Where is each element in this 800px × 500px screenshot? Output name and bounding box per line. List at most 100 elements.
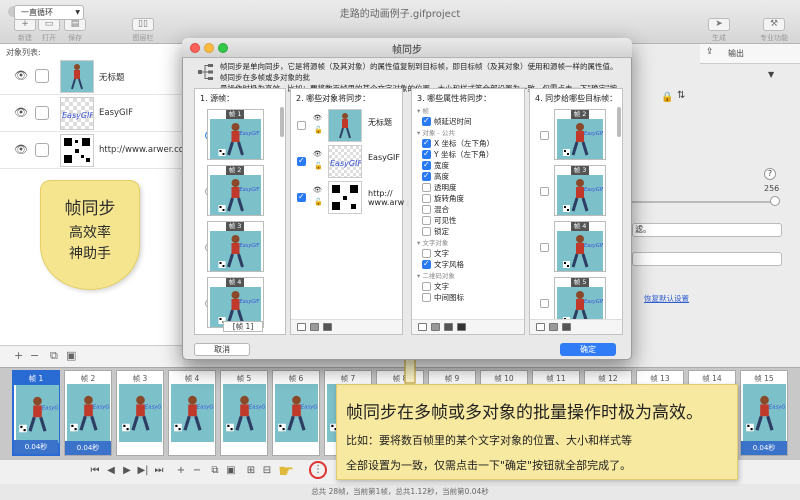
play-button[interactable]: ▶ [120, 464, 134, 478]
add-frame-button[interactable]: + [174, 464, 188, 478]
restore-defaults-link[interactable]: 恢复默认设置 [644, 293, 689, 304]
frame-thumbnail[interactable]: 帧 3 EasyGIF [116, 370, 167, 456]
select-all-icon[interactable] [431, 323, 440, 331]
generate-button[interactable]: ➤ 生成 [704, 18, 734, 43]
target-frame-thumbnail[interactable]: 帧 3 EasyGIF [554, 165, 606, 216]
option-select[interactable] [632, 252, 782, 266]
property-checkbox[interactable] [422, 116, 431, 126]
panel-toggle-button[interactable]: ▯▯ 图层栏 [128, 18, 158, 43]
pro-features-button[interactable]: ⚒ 专业功能 [754, 18, 794, 43]
frame-delay[interactable]: 0.04秒 [741, 441, 787, 455]
select-all-icon[interactable] [310, 323, 319, 331]
export-frame-icon[interactable]: ⊟ [260, 464, 274, 478]
last-frame-button[interactable]: ⏭ [152, 464, 166, 478]
frame-thumbnail[interactable]: 帧 15 EasyGIF 0.04秒 [740, 370, 791, 456]
callout-line: 比如：要将数百帧里的某个文字对象的位置、大小和样式等 [346, 434, 632, 447]
svg-text:EasyGIF: EasyGIF [584, 187, 603, 193]
dropdown-arrow-icon[interactable]: ▼ [768, 70, 774, 79]
invert-selection-icon[interactable] [444, 323, 453, 331]
frame-thumbnail[interactable]: 帧 2 EasyGIF 0.04秒 [64, 370, 115, 456]
select-none-icon[interactable] [418, 323, 427, 331]
property-checkbox[interactable] [422, 205, 431, 214]
frame-thumbnail[interactable]: 帧 4 EasyGIF [168, 370, 219, 456]
swap-icon[interactable]: ⇅ [677, 90, 685, 101]
copy-icon[interactable]: ⧉ [50, 349, 58, 363]
select-none-icon[interactable] [297, 323, 306, 331]
property-checkbox[interactable] [422, 149, 431, 159]
first-frame-button[interactable]: ⏮ [88, 464, 102, 478]
property-checkbox[interactable] [422, 293, 431, 302]
paste-frame-icon[interactable]: ▣ [224, 464, 238, 478]
object-checkbox[interactable] [297, 192, 306, 202]
copy-frame-icon[interactable]: ⧉ [208, 464, 222, 478]
cancel-button[interactable]: 取消 [194, 343, 250, 356]
source-frame-thumbnail[interactable]: 帧 1 EasyGIF [207, 109, 264, 160]
add-object-button[interactable]: + [14, 349, 23, 362]
frame-delay[interactable]: 0.04秒 [14, 440, 58, 454]
save-button[interactable]: ▤ 保存 [60, 18, 90, 43]
walking-man-image: EasyGIF [226, 395, 271, 432]
lock-icon[interactable]: 🔒 [661, 92, 673, 103]
source-frame-thumbnail[interactable]: 帧 2 EasyGIF [207, 165, 264, 216]
frame-label: 帧 11 [546, 374, 566, 383]
lock-checkbox[interactable] [35, 143, 49, 157]
target-frame-checkbox[interactable] [540, 187, 549, 196]
property-checkbox[interactable] [422, 171, 431, 181]
remove-object-button[interactable]: − [30, 349, 39, 362]
property-checkbox[interactable] [422, 282, 431, 291]
unlock-icon: 🔓 [314, 162, 323, 170]
frame-thumbnail[interactable]: 帧 6 EasyGIF [272, 370, 323, 456]
object-row[interactable]: 👁 EasyGIF EasyGIF [0, 95, 183, 132]
source-frame-thumbnail[interactable]: 帧 3 EasyGIF [207, 221, 264, 272]
lock-checkbox[interactable] [35, 69, 49, 83]
target-frame-thumbnail[interactable]: 帧 4 EasyGIF [554, 221, 606, 272]
target-frame-thumbnail[interactable]: 帧 2 EasyGIF [554, 109, 606, 160]
invert-selection-icon[interactable] [562, 323, 571, 331]
frame-sync-button[interactable]: ⋮ [311, 463, 325, 477]
target-frame-checkbox[interactable] [540, 299, 549, 308]
frame-thumbnail[interactable]: 帧 5 EasyGIF [220, 370, 271, 456]
property-checkbox[interactable] [422, 183, 431, 192]
property-checkbox[interactable] [422, 259, 431, 269]
select-all-icon[interactable] [549, 323, 558, 331]
property-checkbox[interactable] [422, 227, 431, 236]
loop-select[interactable]: 一直循环 ▼ [14, 5, 84, 20]
property-checkbox[interactable] [422, 138, 431, 148]
frame-thumbnail[interactable]: 帧 1 EasyGIF 0.04秒 [12, 370, 64, 456]
slider-knob[interactable] [770, 196, 780, 206]
walking-man-image: EasyGIF [218, 123, 260, 156]
eye-icon[interactable]: 👁 [14, 106, 29, 121]
target-frame-checkbox[interactable] [540, 131, 549, 140]
property-checkbox[interactable] [422, 249, 431, 258]
object-row[interactable]: 👁 http://www.arwer.com [0, 132, 192, 169]
next-frame-button[interactable]: ▶| [136, 464, 150, 478]
filter-select[interactable]: 滤。 [632, 223, 782, 237]
help-button[interactable]: ? [764, 168, 776, 180]
prev-frame-button[interactable]: ◀ [104, 464, 118, 478]
property-checkbox[interactable] [422, 216, 431, 225]
lock-checkbox[interactable] [35, 106, 49, 120]
scrollbar[interactable] [617, 107, 621, 137]
property-checkbox[interactable] [422, 194, 431, 203]
frame-delay[interactable]: 0.04秒 [65, 441, 111, 455]
property-checkbox[interactable] [422, 160, 431, 170]
walking-man-image [71, 64, 83, 90]
target-frame-checkbox[interactable] [540, 243, 549, 252]
scrollbar[interactable] [280, 107, 284, 137]
object-checkbox[interactable] [297, 121, 306, 130]
eye-icon[interactable]: 👁 [14, 143, 29, 158]
splitter-handle[interactable]: ⋮ [405, 200, 411, 220]
remove-frame-button[interactable]: − [190, 464, 204, 478]
export-bar[interactable]: 输出 [700, 44, 800, 64]
ok-button[interactable]: 确定 [560, 343, 616, 356]
slider-track[interactable] [632, 201, 774, 203]
paste-icon[interactable]: ▣ [66, 349, 76, 362]
select-none-icon[interactable] [536, 323, 545, 331]
reverse-icon[interactable] [457, 323, 466, 331]
object-row[interactable]: 👁 无标题 [0, 58, 183, 95]
eye-icon[interactable]: 👁 [14, 69, 29, 84]
insert-frame-icon[interactable]: ⊞ [244, 464, 258, 478]
frame-label: 帧 3 [132, 374, 148, 383]
invert-selection-icon[interactable] [323, 323, 332, 331]
object-checkbox[interactable] [297, 156, 306, 166]
